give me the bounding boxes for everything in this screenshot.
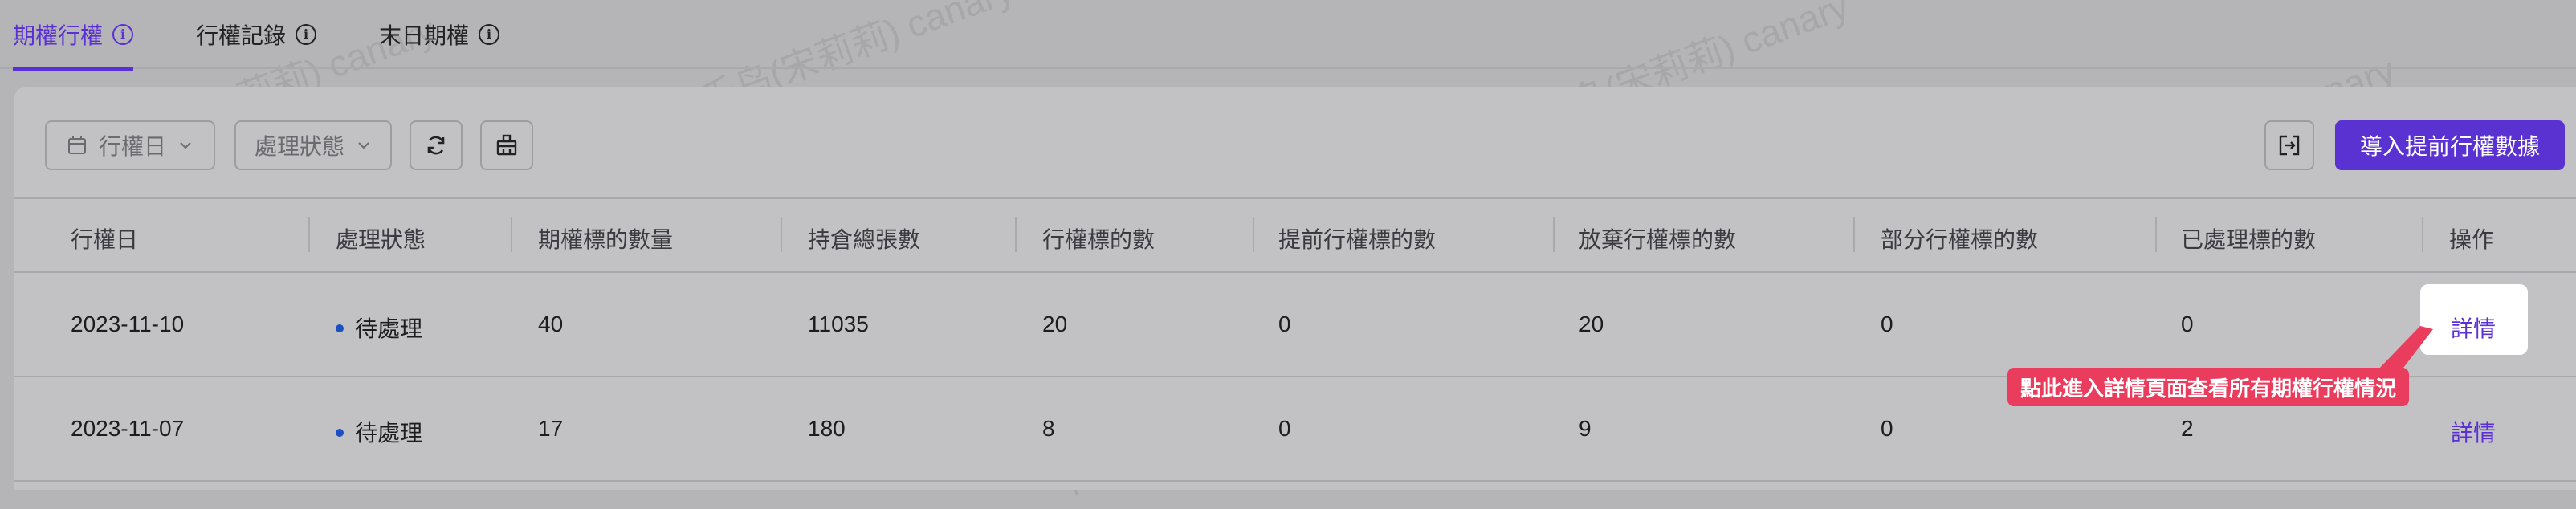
header-total-positions: 持倉總張數 xyxy=(808,227,921,252)
cell-abandon-count: 9 xyxy=(1579,416,1592,441)
tab-label: 末日期權 xyxy=(379,23,470,48)
cell-exercise-count: 8 xyxy=(1042,416,1055,441)
cell-abandon-count: 20 xyxy=(1579,312,1604,336)
details-link[interactable]: 詳情 xyxy=(2451,416,2496,448)
date-filter-label: 行權日 xyxy=(98,134,166,159)
cell-status: 待處理 xyxy=(336,416,422,448)
table-top-border xyxy=(14,197,2576,199)
tab-label: 期權行權 xyxy=(13,23,104,48)
status-dot xyxy=(336,324,344,332)
cell-total-positions: 180 xyxy=(808,416,846,441)
cell-processed-count: 2 xyxy=(2181,416,2194,441)
export-button[interactable] xyxy=(2264,120,2314,170)
column-divider xyxy=(2155,217,2157,252)
column-divider xyxy=(1853,217,1855,252)
header-exercise-count: 行權標的數 xyxy=(1042,227,1156,252)
header-processed-count: 已處理標的數 xyxy=(2181,227,2317,252)
refresh-icon xyxy=(427,136,445,155)
tab-exercise-records[interactable]: 行權記錄 i xyxy=(196,0,317,69)
details-link[interactable]: 詳情 xyxy=(2451,312,2496,344)
header-option-count: 期權標的數量 xyxy=(538,227,674,252)
export-icon xyxy=(2279,135,2300,156)
info-icon[interactable]: i xyxy=(112,24,134,45)
table-header-border xyxy=(14,271,2576,273)
status-filter-label: 處理狀態 xyxy=(254,134,344,159)
header-action: 操作 xyxy=(2449,227,2495,252)
cell-exercise-count: 20 xyxy=(1042,312,1068,336)
header-partial-count: 部分行權標的數 xyxy=(1881,227,2039,252)
calendar-icon xyxy=(67,136,86,154)
column-divider xyxy=(781,217,782,252)
row-divider xyxy=(14,480,2576,482)
cell-option-count: 17 xyxy=(538,416,564,441)
import-early-exercise-button[interactable]: 導入提前行權數據 xyxy=(2335,120,2565,170)
cell-total-positions: 11035 xyxy=(808,312,869,336)
cell-processed-count: 0 xyxy=(2181,312,2194,336)
status-text: 待處理 xyxy=(355,316,423,341)
clear-filter-button[interactable] xyxy=(480,120,533,170)
column-divider xyxy=(511,217,512,252)
header-status: 處理狀態 xyxy=(336,227,426,252)
cell-early-exercise-count: 0 xyxy=(1278,312,1291,336)
cell-exercise-date: 2023-11-10 xyxy=(71,312,185,336)
status-text: 待處理 xyxy=(355,421,423,446)
header-abandon-count: 放棄行權標的數 xyxy=(1579,227,1737,252)
status-dot xyxy=(336,428,344,437)
cell-early-exercise-count: 0 xyxy=(1278,416,1291,441)
broom-icon xyxy=(496,134,517,156)
info-icon[interactable]: i xyxy=(296,24,317,45)
header-exercise-date: 行權日 xyxy=(71,227,139,252)
column-divider xyxy=(308,217,310,252)
tab-label: 行權記錄 xyxy=(196,23,287,48)
tab-option-exercise[interactable]: 期權行權 i xyxy=(13,0,134,71)
active-tab-indicator xyxy=(13,67,134,71)
column-divider xyxy=(1015,217,1017,252)
exercise-date-filter[interactable]: 行權日 xyxy=(45,120,215,170)
column-divider xyxy=(1553,217,1555,252)
cell-option-count: 40 xyxy=(538,312,564,336)
cell-partial-count: 0 xyxy=(1881,416,1893,441)
column-divider xyxy=(2422,217,2423,252)
cell-exercise-date: 2023-11-07 xyxy=(71,416,185,441)
cell-status: 待處理 xyxy=(336,312,422,344)
cell-partial-count: 0 xyxy=(1881,312,1893,336)
status-filter[interactable]: 處理狀態 xyxy=(234,120,392,170)
onboarding-tooltip: 點此進入詳情頁面查看所有期權行權情況 xyxy=(2007,368,2410,406)
column-divider xyxy=(1253,217,1254,252)
tab-bar: 期權行權 i 行權記錄 i 末日期權 i xyxy=(0,0,2576,71)
chevron-down-icon xyxy=(358,142,369,149)
chevron-down-icon xyxy=(180,142,191,149)
tab-doomsday-options[interactable]: 末日期權 i xyxy=(379,0,500,69)
header-early-exercise-count: 提前行權標的數 xyxy=(1278,227,1437,252)
refresh-button[interactable] xyxy=(410,120,463,170)
info-icon[interactable]: i xyxy=(479,24,500,45)
